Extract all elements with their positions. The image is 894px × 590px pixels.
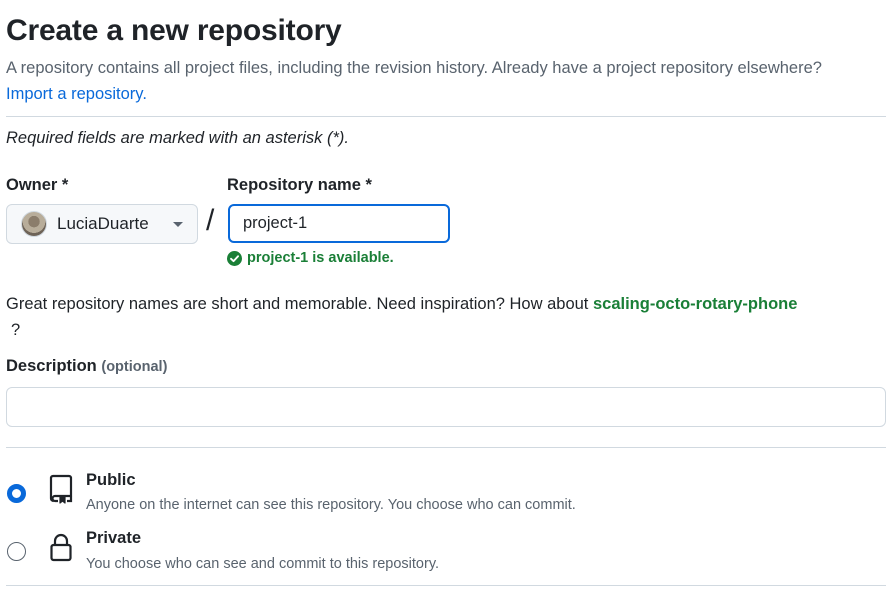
page-subtitle: A repository contains all project files,… <box>6 55 866 107</box>
availability-text: project-1 is available. <box>247 250 394 266</box>
inspiration-question-mark: ? <box>11 321 21 339</box>
description-label: Description (optional) <box>6 357 167 376</box>
required-fields-note: Required fields are marked with an aster… <box>6 129 349 147</box>
inspiration-text: Great repository names are short and mem… <box>6 295 589 313</box>
owner-repo-separator: / <box>206 204 215 237</box>
repository-name-input[interactable] <box>228 204 450 243</box>
name-inspiration: Great repository names are short and mem… <box>6 289 886 319</box>
visibility-private-description: You choose who can see and commit to thi… <box>86 556 440 572</box>
visibility-public-description: Anyone on the internet can see this repo… <box>86 497 576 513</box>
owner-select-button[interactable]: LuciaDuarte <box>6 204 198 244</box>
visibility-public-title: Public <box>86 471 136 489</box>
visibility-public-radio[interactable] <box>7 484 26 503</box>
visibility-private-title: Private <box>86 529 142 547</box>
visibility-private-radio[interactable] <box>7 542 26 561</box>
repo-icon <box>49 474 73 504</box>
description-label-text: Description <box>6 357 97 375</box>
divider-bottom <box>6 585 886 586</box>
check-circle-icon <box>227 250 242 266</box>
owner-name: LuciaDuarte <box>57 214 149 233</box>
avatar <box>21 211 47 237</box>
availability-status: project-1 is available. <box>227 250 394 266</box>
repo-name-label: Repository name * <box>227 176 372 194</box>
description-input[interactable] <box>6 387 886 427</box>
suggested-name-button[interactable]: scaling-octo-rotary-phone <box>593 295 797 313</box>
page-title: Create a new repository <box>6 14 342 47</box>
subtitle-text: A repository contains all project files,… <box>6 59 822 77</box>
lock-icon <box>50 533 72 562</box>
chevron-down-icon <box>173 222 183 227</box>
optional-tag: (optional) <box>101 359 168 375</box>
import-repository-link[interactable]: Import a repository. <box>6 85 147 103</box>
divider-middle <box>6 447 886 448</box>
owner-label: Owner * <box>6 176 69 194</box>
divider-top <box>6 116 886 117</box>
